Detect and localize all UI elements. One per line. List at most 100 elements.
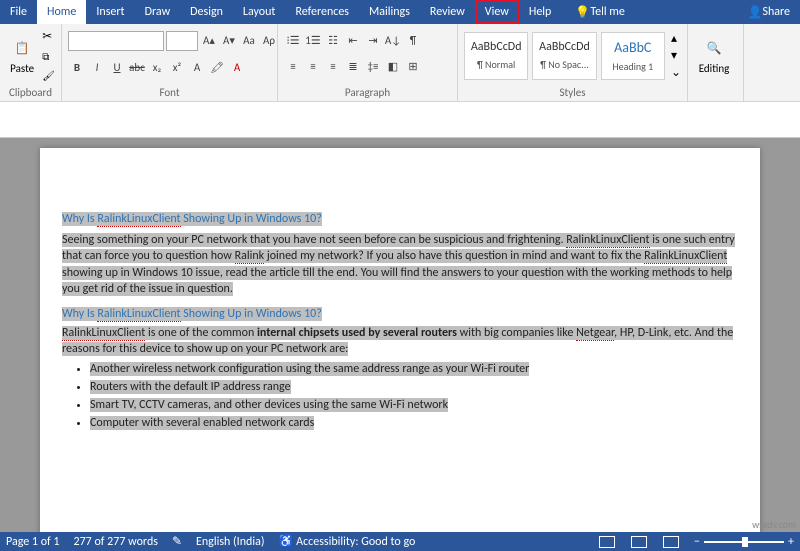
tab-file[interactable]: File [0,0,37,24]
share-label: Share [762,5,790,19]
text: RalinkLinuxClient [97,212,180,227]
zoom-slider[interactable] [704,541,784,543]
formatpainter-icon[interactable]: 🖌 [42,69,55,82]
list-item: Smart TV, CCTV cameras, and other device… [90,397,738,413]
align-right-icon[interactable]: ≡ [324,58,342,76]
style-nospacing[interactable]: AaBbCcDd ¶ No Spac... [532,32,596,80]
subscript-icon[interactable]: x₂ [148,59,166,77]
chevron-down-icon[interactable]: ▾ [671,48,681,63]
text: Why Is [62,212,97,226]
pilcrow-icon[interactable]: ¶ [404,32,422,50]
tell-me-label: Tell me [590,5,625,19]
numbering-icon[interactable]: 1☰ [304,32,322,50]
multilevel-icon[interactable]: ☷ [324,32,342,50]
ribbon-tabs: File Home Insert Draw Design Layout Refe… [0,0,800,24]
line-spacing-icon[interactable]: ‡≡ [364,58,382,76]
accessibility-status[interactable]: ♿ Accessibility: Good to go [278,534,415,549]
style-normal[interactable]: AaBbCcDd ¶ Normal [464,32,528,80]
zoom-control[interactable]: − + [694,535,794,549]
italic-button[interactable]: I [88,59,106,77]
paragraph-1: Seeing something on your PC network that… [62,232,738,297]
superscript-icon[interactable]: x² [168,59,186,77]
underline-button[interactable]: U [108,59,126,77]
ribbon: 📋 Paste ✂ ⧉ 🖌 Clipboard A▴ A▾ Aa Aρ B [0,24,800,102]
find-icon: 🔍 [702,36,726,60]
list-item: Another wireless network configuration u… [90,361,738,377]
bullets-icon[interactable]: ⁝☰ [284,32,302,50]
align-center-icon[interactable]: ≡ [304,58,322,76]
share-button[interactable]: 👤 Share [737,0,800,24]
paragraph-label: Paragraph [284,85,451,100]
shading-icon[interactable]: ◧ [384,58,402,76]
ruler[interactable] [0,122,800,138]
read-mode-icon[interactable] [599,536,615,548]
group-editing: 🔍 Editing Editing [688,24,744,101]
paste-icon: 📋 [10,36,34,60]
outdent-icon[interactable]: ⇤ [344,32,362,50]
strike-button[interactable]: abc [128,59,146,77]
tab-references[interactable]: References [285,0,359,24]
zoom-in-icon[interactable]: + [788,535,794,549]
group-font: A▴ A▾ Aa Aρ B I U abc x₂ x² A 🖍 A Font [62,24,278,101]
tab-design[interactable]: Design [180,0,233,24]
status-page[interactable]: Page 1 of 1 [6,535,60,549]
editing-button[interactable]: 🔍 Editing [694,27,734,85]
style-preview: AaBbCcDd [539,40,590,54]
editing-label: Editing [699,62,730,75]
tab-review[interactable]: Review [420,0,475,24]
tab-layout[interactable]: Layout [233,0,286,24]
font-group-label: Font [68,85,271,100]
zoom-out-icon[interactable]: − [694,535,700,549]
style-name: ¶ Normal [477,58,515,71]
document-area: Why Is RalinkLinuxClient Showing Up in W… [0,122,800,532]
styles-label: Styles [464,85,681,100]
justify-icon[interactable]: ≣ [344,58,362,76]
borders-icon[interactable]: ⊞ [404,58,422,76]
status-language[interactable]: English (India) [196,535,264,549]
style-preview: AaBbC [614,39,651,56]
styles-scroll[interactable]: ▴ ▾ ⌄ [671,31,681,80]
print-layout-icon[interactable] [631,536,647,548]
style-heading1[interactable]: AaBbC Heading 1 [601,32,665,80]
tab-help[interactable]: Help [519,0,562,24]
bold-button[interactable]: B [68,59,86,77]
heading-1: Why Is RalinkLinuxClient Showing Up in W… [62,208,738,228]
align-left-icon[interactable]: ≡ [284,58,302,76]
clipboard-label: Clipboard [6,85,55,100]
change-case-icon[interactable]: Aa [240,32,258,50]
bullet-list: Another wireless network configuration u… [90,361,738,432]
tab-insert[interactable]: Insert [86,0,134,24]
shrink-font-icon[interactable]: A▾ [220,32,238,50]
status-words[interactable]: 277 of 277 words [74,535,158,549]
list-item: Computer with several enabled network ca… [90,415,738,431]
sort-icon[interactable]: A↓ [384,32,402,50]
more-styles-icon[interactable]: ⌄ [671,65,681,80]
font-size[interactable] [166,31,198,51]
tab-mailings[interactable]: Mailings [359,0,420,24]
clear-format-icon[interactable]: Aρ [260,32,278,50]
status-bar: Page 1 of 1 277 of 277 words ✎ English (… [0,532,800,551]
highlight-icon[interactable]: 🖍 [208,59,226,77]
font-color-icon[interactable]: A [228,59,246,77]
clipboard-small: ✂ ⧉ 🖌 [42,29,55,82]
tab-view[interactable]: View [475,0,519,24]
chevron-up-icon[interactable]: ▴ [671,31,681,46]
tab-draw[interactable]: Draw [135,0,181,24]
paste-button[interactable]: 📋 Paste [6,27,38,85]
list-item: Routers with the default IP address rang… [90,379,738,395]
indent-icon[interactable]: ⇥ [364,32,382,50]
font-name[interactable] [68,31,164,51]
tell-me[interactable]: 💡 Tell me [565,0,634,24]
group-paragraph: ⁝☰ 1☰ ☷ ⇤ ⇥ A↓ ¶ ≡ ≡ ≡ ≣ ‡≡ ◧ ⊞ Paragrap… [278,24,458,101]
copy-icon[interactable]: ⧉ [42,50,55,63]
tab-home[interactable]: Home [37,0,86,24]
group-clipboard: 📋 Paste ✂ ⧉ 🖌 Clipboard [0,24,62,101]
page[interactable]: Why Is RalinkLinuxClient Showing Up in W… [40,148,760,532]
text-effects-icon[interactable]: A [188,59,206,77]
text: Showing Up in Windows 10? [181,212,322,226]
spellcheck-icon[interactable]: ✎ [172,534,182,549]
web-layout-icon[interactable] [663,536,679,548]
grow-font-icon[interactable]: A▴ [200,32,218,50]
paragraph-2: RalinkLinuxClient is one of the common i… [62,325,738,357]
cut-icon[interactable]: ✂ [42,29,55,44]
